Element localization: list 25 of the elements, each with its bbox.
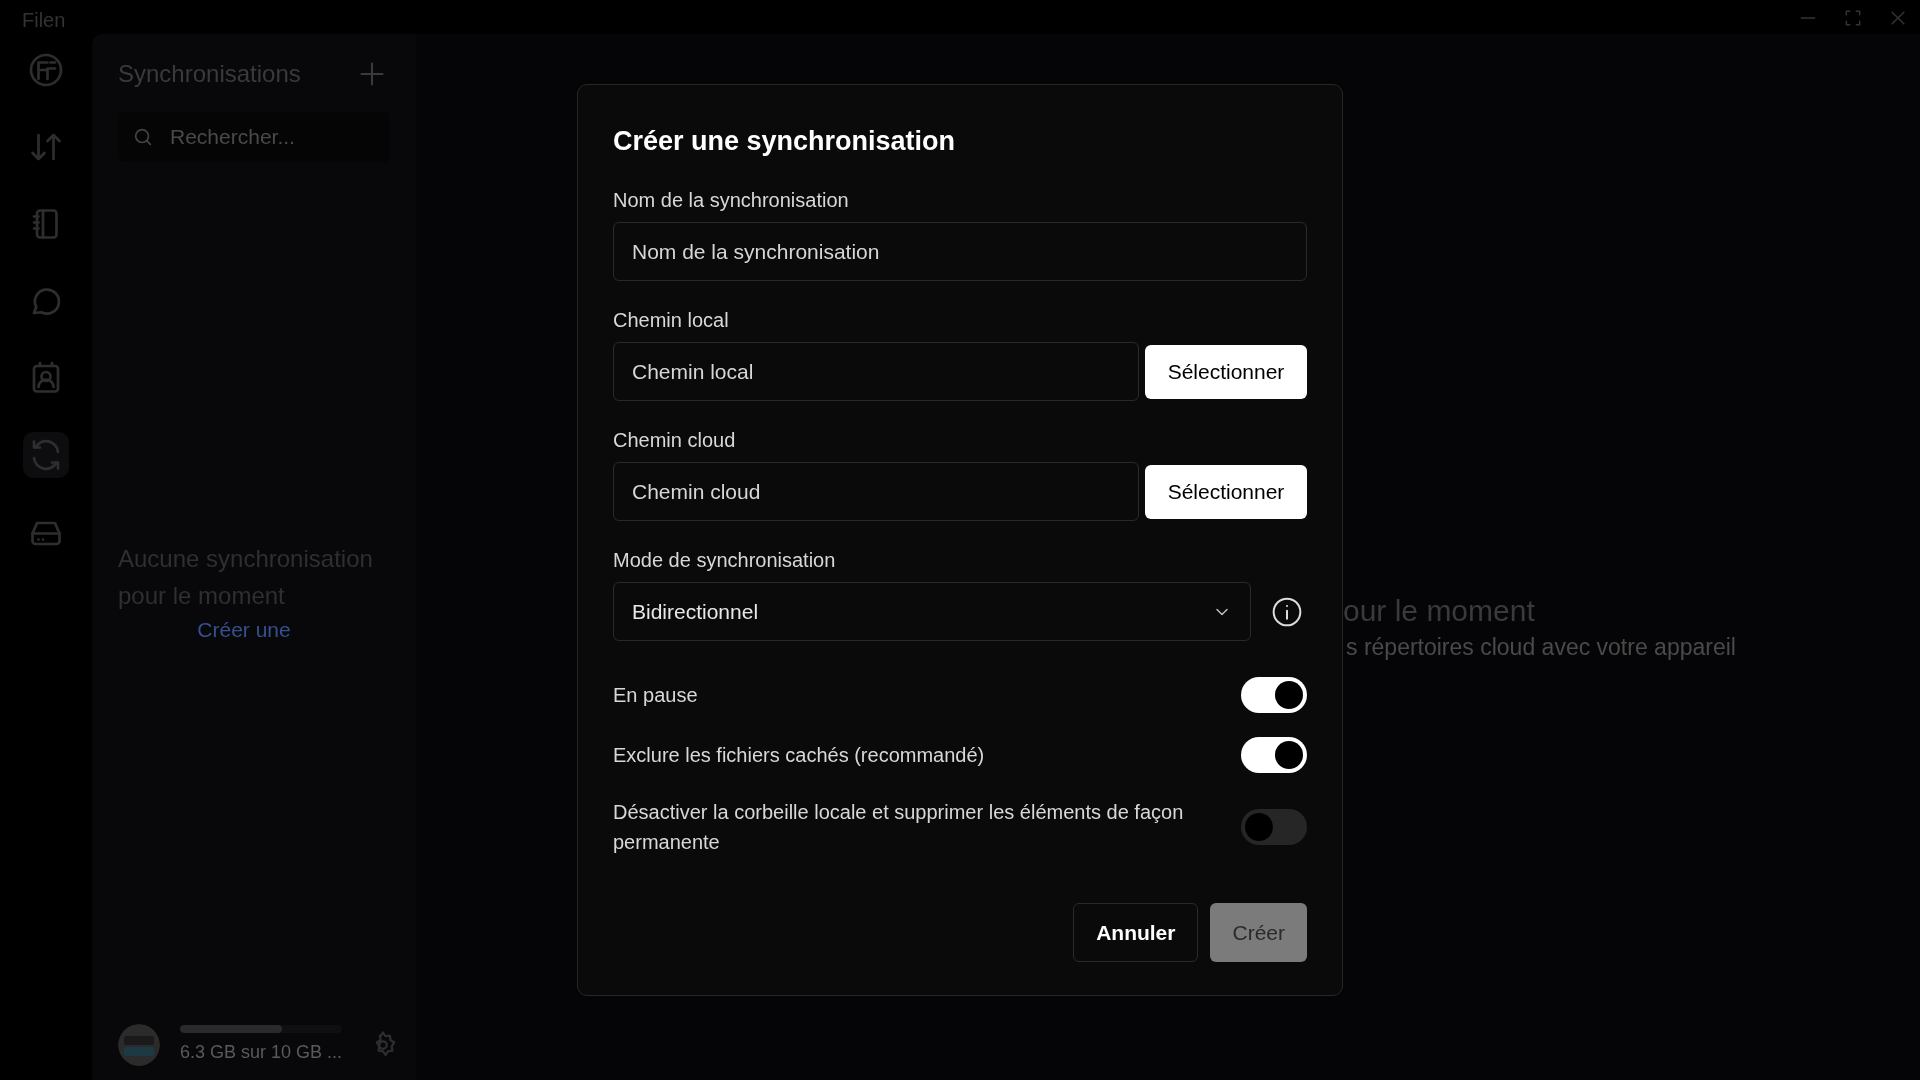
storage-text: 6.3 GB sur 10 GB ... [180,1040,343,1064]
toggle-switch[interactable] [1241,677,1307,713]
add-icon[interactable] [358,60,386,88]
toggle-switch[interactable] [1241,737,1307,773]
input-field[interactable]: Chemin cloud [613,462,1139,521]
field-label: Chemin local [613,308,730,333]
select-button[interactable]: Sélectionner [1145,464,1307,519]
search-icon [132,126,154,148]
dialog-title: Créer une synchronisation [613,125,957,158]
toggle-label: En pause [613,683,699,708]
field-label: Mode de synchronisation [613,548,837,573]
field-label: Chemin cloud [613,428,737,453]
mode-dropdown[interactable]: Bidirectionnel [613,582,1251,641]
search-field[interactable]: Rechercher... [118,112,390,162]
cancel-button[interactable]: Annuler [1073,903,1199,962]
info-icon[interactable] [1271,595,1303,628]
toggle-label: Exclure les fichiers cachés (recommandé) [613,743,986,768]
input-field[interactable]: Nom de la synchronisation [613,222,1307,281]
field-label: Nom de la synchronisation [613,188,850,213]
select-button[interactable]: Sélectionner [1145,344,1307,399]
empty-state-subtitle: s répertoires cloud avec votre appareil [1346,633,1736,662]
toggle-label: Désactiver la corbeille locale et supprimer les éléments de façon permanente [613,800,1185,855]
maximize-icon[interactable] [1843,8,1863,28]
toggle-switch[interactable] [1241,809,1307,845]
input-field[interactable]: Chemin local [613,342,1139,401]
